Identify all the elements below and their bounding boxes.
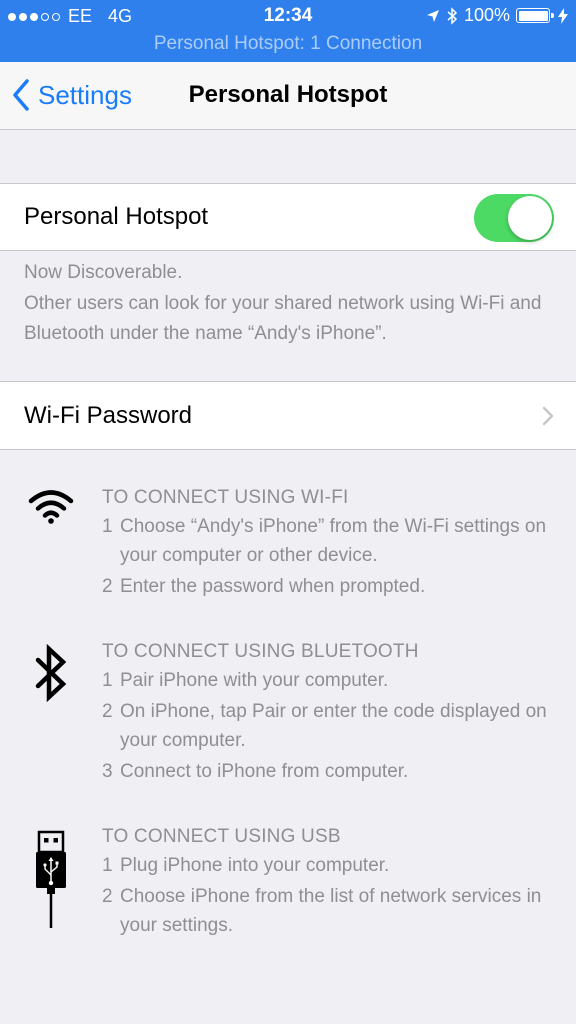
step-text: Choose “Andy's iPhone” from the Wi-Fi se… [120, 516, 547, 566]
status-bar: EE 4G 12:34 100% Personal Hotspot: 1 Con… [0, 0, 576, 62]
bluetooth-instructions: TO CONNECT USING BLUETOOTH 1 Pair iPhone… [102, 637, 572, 786]
bluetooth-icon [447, 6, 458, 25]
step-text: Connect to iPhone from computer. [120, 761, 409, 782]
wifi-instructions-heading: TO CONNECT USING WI-FI [102, 487, 349, 508]
wifi-step: 1 Choose “Andy's iPhone” from the Wi-Fi … [102, 512, 572, 570]
toggle-knob [508, 196, 552, 240]
step-number: 2 [102, 886, 113, 907]
step-number: 1 [102, 855, 113, 876]
personal-hotspot-cell: Personal Hotspot [0, 183, 576, 251]
battery-percent: 100% [463, 5, 510, 25]
wifi-step: 2 Enter the password when prompted. [102, 572, 572, 601]
usb-cable-icon [36, 830, 66, 928]
navigation-bar: Settings Personal Hotspot [0, 62, 576, 130]
step-number: 2 [102, 701, 113, 722]
disclosure-chevron-icon [542, 406, 554, 426]
bluetooth-large-icon [35, 644, 67, 702]
step-text: Pair iPhone with your computer. [120, 670, 389, 691]
usb-instructions: TO CONNECT USING USB 1 Plug iPhone into … [102, 822, 572, 940]
step-text: On iPhone, tap Pair or enter the code di… [120, 701, 547, 751]
step-number: 2 [102, 576, 113, 597]
wifi-password-label: Wi-Fi Password [24, 402, 193, 429]
charging-bolt-icon [558, 7, 568, 24]
usb-instructions-heading: TO CONNECT USING USB [102, 826, 341, 847]
page-title: Personal Hotspot [188, 81, 388, 108]
step-number: 3 [102, 761, 113, 782]
wifi-password-cell[interactable]: Wi-Fi Password [0, 381, 576, 450]
hotspot-connection-banner[interactable]: Personal Hotspot: 1 Connection [0, 33, 576, 55]
battery-icon [516, 8, 554, 23]
step-text: Plug iPhone into your computer. [120, 855, 390, 876]
usb-step: 1 Plug iPhone into your computer. [102, 851, 572, 880]
wifi-instructions: TO CONNECT USING WI-FI 1 Choose “Andy's … [102, 483, 572, 601]
status-right-group: 100% [426, 5, 568, 26]
step-text: Enter the password when prompted. [120, 576, 426, 597]
step-text: Choose iPhone from the list of network s… [120, 886, 542, 936]
bluetooth-step: 2 On iPhone, tap Pair or enter the code … [102, 697, 572, 755]
location-arrow-icon [426, 9, 439, 22]
personal-hotspot-label: Personal Hotspot [24, 203, 209, 230]
usb-step: 2 Choose iPhone from the list of network… [102, 882, 572, 940]
step-number: 1 [102, 670, 113, 691]
discoverable-description: Other users can look for your shared net… [24, 293, 542, 344]
personal-hotspot-toggle[interactable] [474, 194, 554, 242]
step-number: 1 [102, 516, 113, 537]
bluetooth-step: 1 Pair iPhone with your computer. [102, 666, 572, 695]
bluetooth-instructions-heading: TO CONNECT USING BLUETOOTH [102, 641, 419, 662]
wifi-icon [28, 490, 74, 524]
discoverable-status: Now Discoverable. [24, 262, 183, 283]
bluetooth-step: 3 Connect to iPhone from computer. [102, 757, 572, 786]
